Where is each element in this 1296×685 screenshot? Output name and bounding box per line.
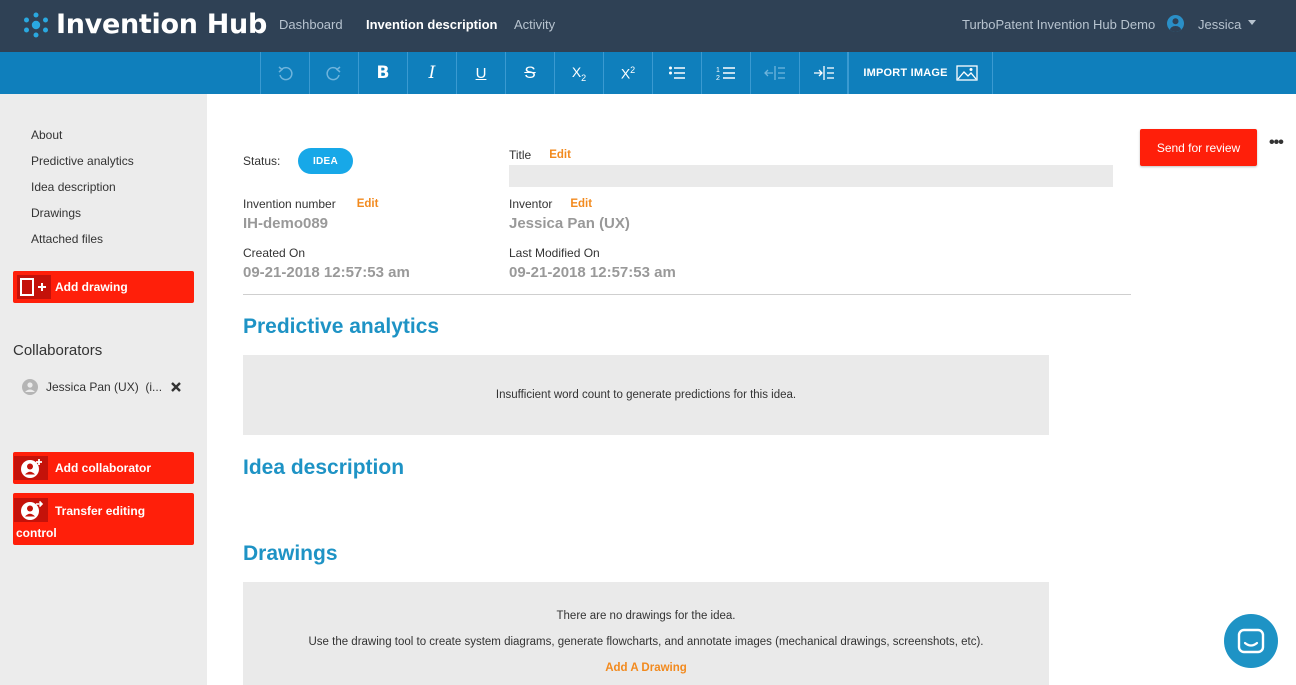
last-modified-value: 09-21-2018 12:57:53 am [509,264,676,281]
invention-number-label: Invention number [243,197,336,211]
sidebar-link-attached-files[interactable]: Attached files [31,232,103,246]
hub-logo-icon [24,12,48,37]
add-collaborator-label: Add collaborator [55,461,152,475]
subscript-button[interactable]: X2 [554,52,603,94]
collaborator-name: Jessica Pan (UX) (i... [46,380,163,394]
app-name: Invention Hub [56,9,267,40]
more-options-icon[interactable]: ••• [1269,134,1284,152]
inventor-label: Inventor [509,197,553,211]
inventor-edit-link[interactable]: Edit [570,198,592,210]
user-avatar-icon [22,379,38,395]
chat-launcher-button[interactable] [1224,614,1278,668]
transfer-editing-control-button[interactable]: Transfer editing control [13,493,194,545]
image-icon [955,65,978,81]
predictive-analytics-heading: Predictive analytics [243,315,440,338]
strikethrough-icon: S [524,63,536,82]
subscript-icon: X2 [571,63,587,83]
predictive-analytics-message: Insufficient word count to generate pred… [495,389,797,401]
predictive-analytics-panel: Insufficient word count to generate pred… [243,355,1049,435]
superscript-icon: X2 [620,64,636,82]
title-label: Title [509,148,532,162]
app-logo[interactable]: Invention Hub [22,9,267,40]
created-on-value: 09-21-2018 12:57:53 am [243,264,410,281]
outdent-icon [764,66,785,80]
org-name: TurboPatent Invention Hub Demo [962,17,1156,32]
user-menu[interactable]: Jessica [1198,17,1241,32]
drawings-empty-message: There are no drawings for the idea. [556,610,736,622]
bold-icon: B [376,63,390,83]
import-image-button[interactable]: IMPORT IMAGE [848,52,993,94]
divider [243,294,1131,295]
user-avatar-icon[interactable] [1167,15,1184,32]
close-icon[interactable] [170,381,182,393]
bullet-list-button[interactable] [652,52,701,94]
italic-icon: I [428,63,436,83]
numbered-list-icon: 12 [716,67,735,81]
invention-number-edit-link[interactable]: Edit [357,198,379,210]
add-drawing-icon [17,275,51,299]
add-a-drawing-link[interactable]: Add A Drawing [243,662,1049,674]
drawings-help-text: Use the drawing tool to create system di… [308,636,984,648]
drawings-panel: There are no drawings for the idea. Use … [243,582,1049,685]
sidebar-link-drawings[interactable]: Drawings [31,206,81,220]
sidebar-link-idea-description[interactable]: Idea description [31,180,116,194]
title-field-header: Title Edit [509,148,571,162]
svg-text:1: 1 [716,67,720,74]
nav-invention-description[interactable]: Invention description [366,17,497,32]
status-label: Status: [243,154,281,168]
redo-button[interactable] [309,52,358,94]
invention-number-header: Invention number Edit [243,197,378,211]
import-image-label: IMPORT IMAGE [863,67,948,79]
transfer-label-line1: Transfer editing [55,504,146,518]
underline-icon: U [475,64,487,82]
nav-activity[interactable]: Activity [514,17,555,32]
indent-button[interactable] [799,52,848,94]
transfer-label-line2: control [16,526,57,540]
collaborators-heading: Collaborators [13,342,103,359]
redo-icon [326,66,341,81]
add-collaborator-button[interactable]: Add collaborator [13,452,194,484]
title-edit-link[interactable]: Edit [549,149,571,161]
last-modified-label: Last Modified On [509,246,600,260]
status-badge: IDEA [298,148,353,174]
add-drawing-label: Add drawing [55,280,128,294]
strikethrough-button[interactable]: S [505,52,554,94]
nav-dashboard[interactable]: Dashboard [279,17,343,32]
sidebar-link-about[interactable]: About [31,128,62,142]
sidebar-link-predictive-analytics[interactable]: Predictive analytics [31,154,134,168]
numbered-list-button[interactable]: 12 [701,52,750,94]
invention-number-value: IH-demo089 [243,215,329,232]
formatting-tools: B I U S X2 X2 12 IMPORT IMAGE [260,52,993,94]
idea-description-editor[interactable] [243,490,1049,530]
created-on-label: Created On [243,246,306,260]
transfer-user-icon [14,498,48,522]
superscript-button[interactable]: X2 [603,52,652,94]
idea-description-heading: Idea description [243,456,405,479]
undo-icon [278,66,293,81]
title-field[interactable] [509,165,1113,187]
collaborator-item: Jessica Pan (UX) (i... [22,379,182,395]
bold-button[interactable]: B [358,52,407,94]
inventor-header: Inventor Edit [509,197,592,211]
add-drawing-button[interactable]: Add drawing [13,271,194,303]
chat-icon [1237,628,1265,654]
italic-button[interactable]: I [407,52,456,94]
add-user-icon [14,456,48,480]
inventor-value: Jessica Pan (UX) [509,215,630,232]
chevron-down-icon[interactable] [1248,20,1256,25]
svg-text:2: 2 [716,75,720,81]
indent-icon [813,66,834,80]
drawings-heading: Drawings [243,542,338,565]
outdent-button[interactable] [750,52,799,94]
send-for-review-button[interactable]: Send for review [1140,129,1257,166]
bullet-list-icon [669,66,685,79]
underline-button[interactable]: U [456,52,505,94]
undo-button[interactable] [260,52,309,94]
